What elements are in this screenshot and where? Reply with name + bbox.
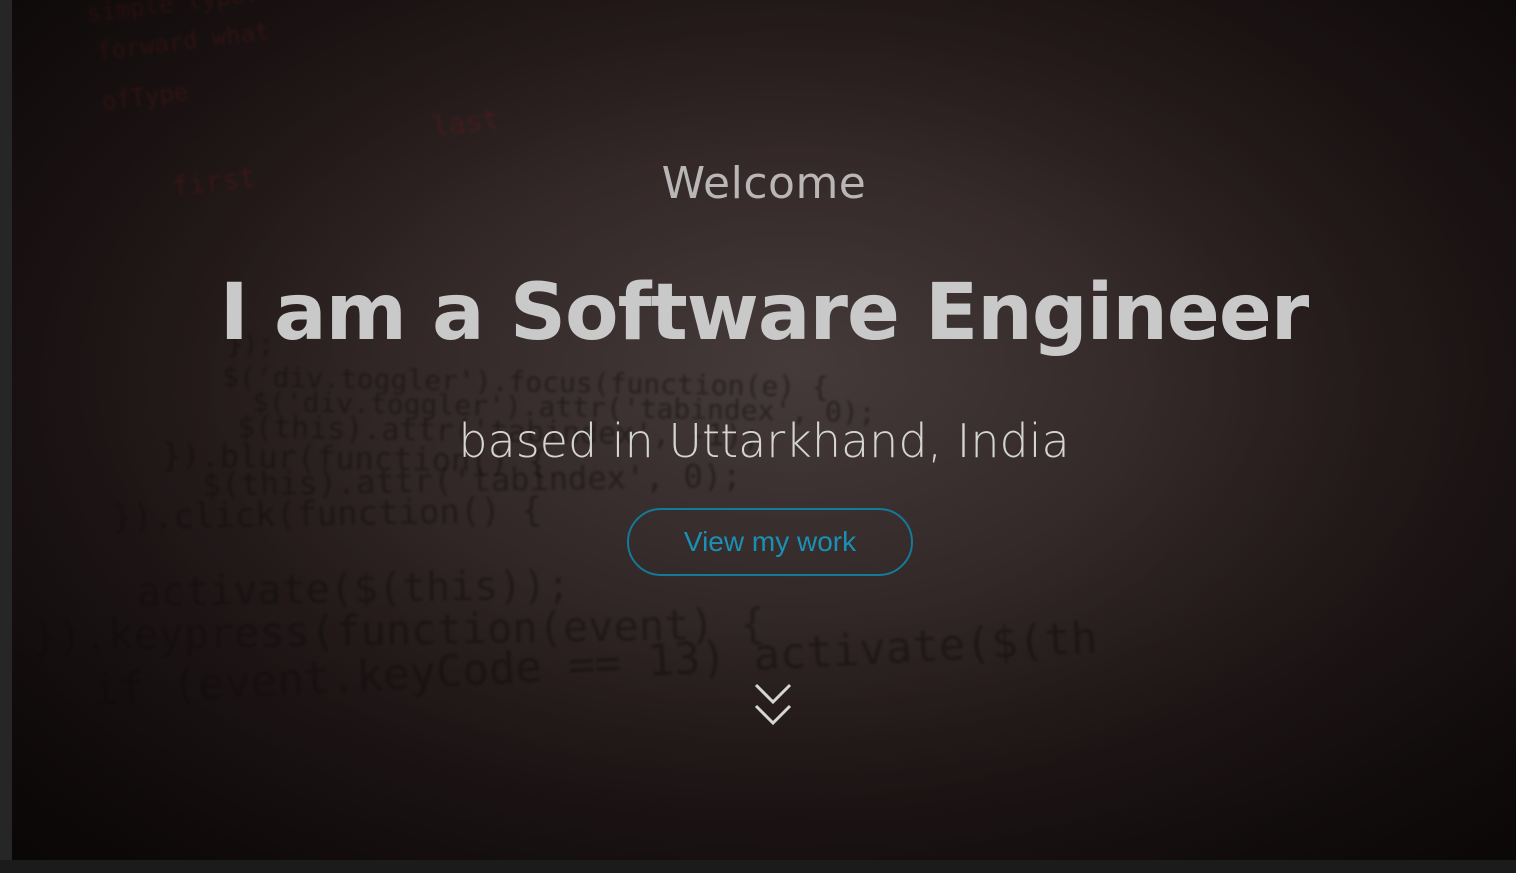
double-chevron-down-icon[interactable] (753, 682, 793, 732)
hero-content: Welcome I am a Software Engineer based i… (12, 0, 1516, 860)
page-bottom-edge (0, 860, 1516, 873)
hero-section: simple type.last of-type forward what of… (12, 0, 1516, 860)
view-my-work-button[interactable]: View my work (627, 508, 913, 576)
hero-headline: I am a Software Engineer (219, 268, 1309, 358)
page-left-edge (0, 0, 12, 873)
welcome-heading: Welcome (661, 158, 867, 209)
hero-subline: based in Uttarkhand, India (458, 414, 1070, 468)
